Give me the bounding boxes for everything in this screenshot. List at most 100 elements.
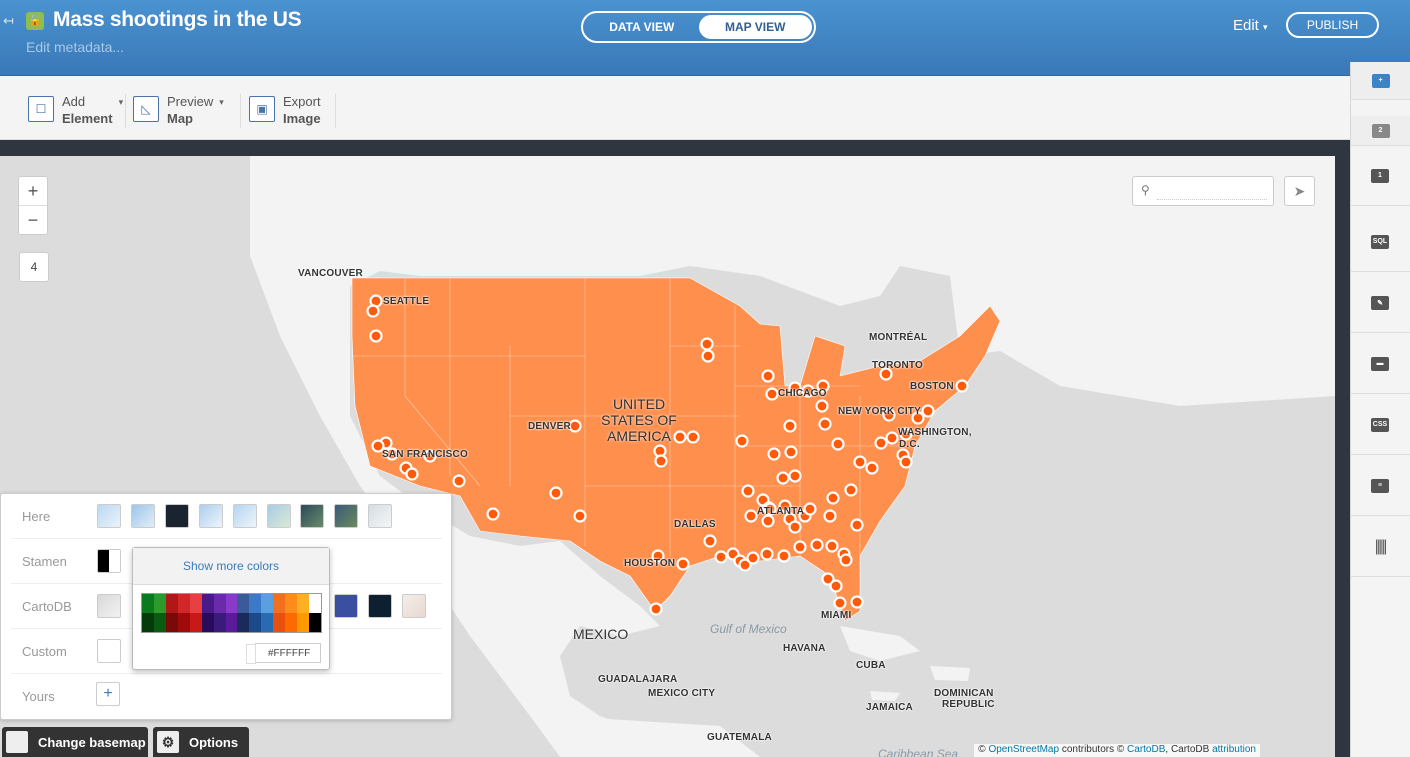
- basemap-thumb[interactable]: [267, 504, 291, 528]
- color-swatch[interactable]: [249, 613, 262, 632]
- custom-color-swatch[interactable]: [97, 639, 121, 663]
- shooting-point[interactable]: [405, 467, 419, 481]
- color-swatch[interactable]: [237, 613, 250, 632]
- shooting-point[interactable]: [760, 547, 774, 561]
- options-button[interactable]: ⚙ Options: [153, 727, 249, 757]
- attrib-carto-link[interactable]: CartoDB: [1127, 744, 1165, 755]
- shooting-point[interactable]: [777, 549, 791, 563]
- color-swatch[interactable]: [261, 613, 274, 632]
- basemap-thumb[interactable]: [131, 504, 155, 528]
- shooting-point[interactable]: [784, 445, 798, 459]
- shooting-point[interactable]: [788, 469, 802, 483]
- basemap-thumb[interactable]: [300, 504, 324, 528]
- shooting-point[interactable]: [823, 509, 837, 523]
- color-swatch[interactable]: [165, 613, 178, 632]
- shooting-point[interactable]: [788, 520, 802, 534]
- shooting-point[interactable]: [746, 551, 760, 565]
- add-element-button[interactable]: ☐ Add Element ▾: [28, 93, 123, 127]
- basemap-thumb[interactable]: [199, 504, 223, 528]
- color-swatch[interactable]: [201, 613, 214, 632]
- color-swatch[interactable]: [237, 594, 250, 613]
- legend-button[interactable]: ≡: [1350, 456, 1410, 516]
- shooting-point[interactable]: [921, 404, 935, 418]
- shooting-point[interactable]: [815, 399, 829, 413]
- color-swatch[interactable]: [165, 594, 178, 613]
- zoom-out-button[interactable]: −: [19, 206, 47, 235]
- basemap-thumb[interactable]: [165, 504, 189, 528]
- sql-button[interactable]: SQL: [1350, 212, 1410, 272]
- shooting-point[interactable]: [741, 484, 755, 498]
- shooting-point[interactable]: [865, 461, 879, 475]
- shooting-point[interactable]: [793, 540, 807, 554]
- show-more-colors-link[interactable]: Show more colors: [133, 548, 329, 585]
- search-input[interactable]: [1157, 182, 1267, 200]
- shooting-point[interactable]: [825, 539, 839, 553]
- shooting-point[interactable]: [486, 507, 500, 521]
- color-swatch[interactable]: [285, 594, 298, 613]
- shooting-point[interactable]: [803, 502, 817, 516]
- basemap-thumb[interactable]: [402, 594, 426, 618]
- basemap-thumb[interactable]: [334, 504, 358, 528]
- publish-button[interactable]: PUBLISH: [1286, 12, 1379, 38]
- export-image-button[interactable]: ▣ Export Image: [249, 93, 321, 127]
- preview-map-button[interactable]: ◺ Preview Map ▾: [133, 93, 224, 127]
- shooting-point[interactable]: [874, 436, 888, 450]
- shooting-point[interactable]: [714, 550, 728, 564]
- shooting-point[interactable]: [844, 483, 858, 497]
- shooting-point[interactable]: [839, 553, 853, 567]
- shooting-point[interactable]: [818, 417, 832, 431]
- shooting-point[interactable]: [744, 509, 758, 523]
- shooting-point[interactable]: [885, 431, 899, 445]
- shooting-point[interactable]: [649, 602, 663, 616]
- edit-menu[interactable]: Edit ▾: [1233, 17, 1268, 34]
- color-swatch[interactable]: [309, 613, 321, 632]
- shooting-point[interactable]: [686, 430, 700, 444]
- filters-button[interactable]: |||||: [1350, 517, 1410, 577]
- color-swatch[interactable]: [225, 594, 238, 613]
- shooting-point[interactable]: [767, 447, 781, 461]
- shooting-point[interactable]: [366, 304, 380, 318]
- shooting-point[interactable]: [549, 486, 563, 500]
- basemap-thumb[interactable]: [233, 504, 257, 528]
- shooting-point[interactable]: [735, 434, 749, 448]
- color-swatch[interactable]: [189, 613, 202, 632]
- shooting-point[interactable]: [573, 509, 587, 523]
- css-button[interactable]: CSS: [1350, 395, 1410, 455]
- shooting-point[interactable]: [452, 474, 466, 488]
- add-basemap-button[interactable]: +: [96, 682, 120, 706]
- zoom-in-button[interactable]: +: [19, 177, 47, 206]
- layer-tab-2[interactable]: 2: [1350, 116, 1410, 146]
- color-swatch[interactable]: [285, 613, 298, 632]
- edit-metadata-link[interactable]: Edit metadata...: [26, 39, 124, 55]
- hex-color-input[interactable]: #FFFFFF: [246, 643, 321, 664]
- shooting-point[interactable]: [850, 595, 864, 609]
- change-basemap-button[interactable]: Change basemap: [2, 727, 148, 757]
- shooting-point[interactable]: [955, 379, 969, 393]
- map-view-tab[interactable]: MAP VIEW: [698, 15, 812, 39]
- shooting-point[interactable]: [850, 518, 864, 532]
- color-swatch[interactable]: [153, 594, 166, 613]
- basemap-thumb[interactable]: [97, 594, 121, 618]
- add-layer-button[interactable]: +: [1350, 62, 1410, 100]
- shooting-point[interactable]: [833, 596, 847, 610]
- shooting-point[interactable]: [369, 329, 383, 343]
- basemap-thumb[interactable]: [97, 549, 121, 573]
- color-swatch[interactable]: [189, 594, 202, 613]
- shooting-point[interactable]: [703, 534, 717, 548]
- color-swatch[interactable]: [309, 594, 321, 613]
- color-swatch[interactable]: [225, 613, 238, 632]
- shooting-point[interactable]: [899, 455, 913, 469]
- shooting-point[interactable]: [761, 369, 775, 383]
- shooting-point[interactable]: [568, 419, 582, 433]
- data-view-tab[interactable]: DATA VIEW: [585, 15, 699, 39]
- shooting-point[interactable]: [701, 349, 715, 363]
- shooting-point[interactable]: [831, 437, 845, 451]
- attrib-attribution-link[interactable]: attribution: [1212, 744, 1256, 755]
- color-swatch[interactable]: [177, 594, 190, 613]
- color-swatch[interactable]: [297, 594, 310, 613]
- basemap-thumb[interactable]: [368, 504, 392, 528]
- share-button[interactable]: ➤: [1284, 176, 1315, 206]
- shooting-point[interactable]: [765, 387, 779, 401]
- color-swatch[interactable]: [177, 613, 190, 632]
- color-swatch[interactable]: [273, 613, 286, 632]
